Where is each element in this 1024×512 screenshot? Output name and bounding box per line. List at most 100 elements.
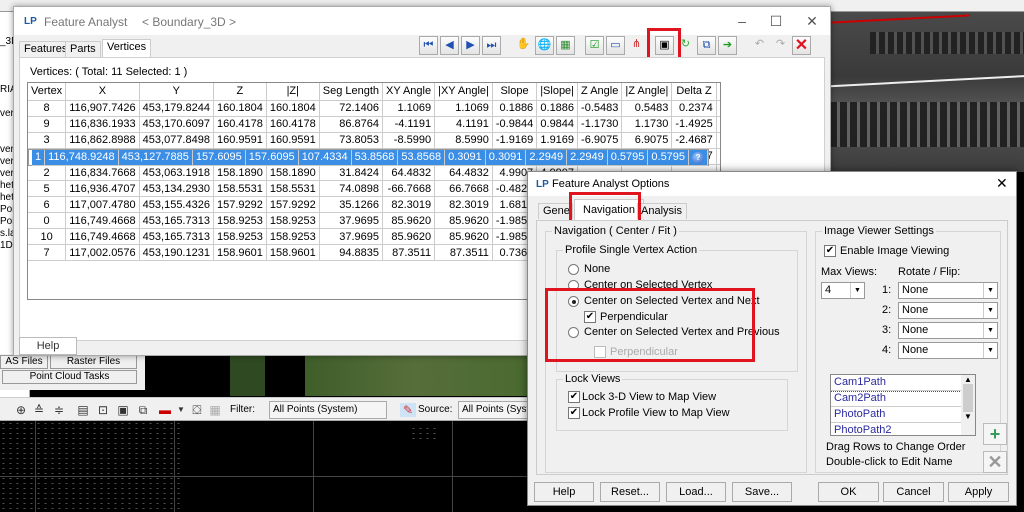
rotate-flip-select[interactable]: None ▼ <box>898 342 998 359</box>
dialog-help-button[interactable]: Help <box>534 482 594 502</box>
source-tool-icon[interactable]: ✎ <box>400 403 416 417</box>
properties-icon[interactable]: ▤ <box>76 403 90 417</box>
layer-icon[interactable]: ⛋ <box>190 403 204 417</box>
image-path-item[interactable]: Cam1Path <box>831 375 962 392</box>
map-view-orthophoto[interactable] <box>145 356 530 396</box>
frame-icon[interactable]: ⊡ <box>96 403 110 417</box>
remove-path-button[interactable]: ✕ <box>983 451 1007 473</box>
raster-files-button[interactable]: Raster Files <box>50 355 137 369</box>
table-grid-icon[interactable]: ▦ <box>556 36 575 55</box>
column-header[interactable]: |Delta Z| <box>716 83 720 101</box>
table-cell: 160.4178 <box>213 116 267 133</box>
minimize-button[interactable]: – <box>732 11 752 31</box>
last-record-icon[interactable]: ⏭ <box>482 36 501 55</box>
profile-point-cloud-view[interactable] <box>0 421 530 512</box>
scroll-down-icon[interactable]: ▼ <box>961 412 975 421</box>
level-center-icon[interactable]: ≑ <box>52 403 66 417</box>
pan-hand-icon[interactable]: ✋ <box>514 36 533 55</box>
next-record-icon[interactable]: ▶ <box>461 36 480 55</box>
load-button[interactable]: Load... <box>666 482 726 502</box>
fit-icon[interactable]: ▣ <box>116 403 130 417</box>
check-list-icon[interactable]: ☑ <box>585 36 604 55</box>
dialog-close-button[interactable]: ✕ <box>996 175 1008 192</box>
column-header[interactable]: Vertex <box>28 83 67 101</box>
zoom-icon[interactable]: ⊕ <box>14 403 28 417</box>
column-header[interactable]: |Z Angle| <box>621 83 673 101</box>
cancel-button[interactable]: Cancel <box>883 482 944 502</box>
table-row[interactable]: 8 116,907.7426 453,179.8244 160.1804 160.180… <box>28 100 720 117</box>
table-cell: 0.3091 <box>444 149 486 166</box>
rotate-flip-select[interactable]: None ▼ <box>898 302 998 319</box>
lock-profile-checkbox[interactable]: ✔ <box>568 407 580 419</box>
tab-analysis[interactable]: Analysis <box>637 203 687 219</box>
apply-button[interactable]: Apply <box>948 482 1009 502</box>
table-cell: -4.1191 <box>382 116 436 133</box>
table-cell: -0.9844 <box>492 116 538 133</box>
column-header[interactable]: Delta Z <box>671 83 717 101</box>
rotate-flip-select[interactable]: None ▼ <box>898 282 998 299</box>
las-files-button[interactable]: AS Files <box>0 355 48 369</box>
disabled-tool-icon: ▦ <box>209 403 221 417</box>
filter-select[interactable]: All Points (System) <box>269 401 387 419</box>
lock-3d-label: Lock 3-D View to Map View <box>582 391 717 403</box>
rotate-flip-label: Rotate / Flip: <box>898 266 961 278</box>
globe-icon[interactable]: 🌐 <box>535 36 554 55</box>
scroll-thumb[interactable] <box>963 384 973 412</box>
column-header[interactable]: Z <box>213 83 267 101</box>
ok-button[interactable]: OK <box>818 482 879 502</box>
table-cell: 116,748.9248 <box>44 149 119 166</box>
close-button[interactable]: ✕ <box>802 11 822 31</box>
tab-parts[interactable]: Parts <box>65 41 101 57</box>
radio-none[interactable] <box>568 264 579 275</box>
level-up-icon[interactable]: ≙ <box>32 403 46 417</box>
tab-general[interactable]: General <box>538 203 573 219</box>
table-cell: 157.6095 <box>192 149 246 166</box>
copy-icon[interactable]: ⧉ <box>136 403 150 417</box>
list-scrollbar[interactable]: ▲ ▼ <box>961 375 975 435</box>
rotate-flip-select[interactable]: None ▼ <box>898 322 998 339</box>
image-path-item[interactable]: PhotoPath2 <box>831 423 961 435</box>
column-header[interactable]: Seg Length <box>319 83 384 101</box>
profile-line-icon[interactable]: ▬ <box>158 403 172 417</box>
help-circle-icon[interactable]: ? <box>692 151 705 164</box>
image-path-item[interactable]: Cam2Path <box>831 391 961 407</box>
reset-button[interactable]: Reset... <box>600 482 660 502</box>
table-row[interactable]: 1 116,748.9248 453,127.7885 157.6095 157.609… <box>28 148 710 166</box>
source-select[interactable]: All Points (Syste <box>458 401 530 419</box>
column-header[interactable]: Y <box>139 83 214 101</box>
dropdown-arrow-icon[interactable]: ▼ <box>174 403 188 417</box>
table-cell: 1.9169 <box>536 132 579 149</box>
3d-viewer[interactable] <box>830 12 1024 172</box>
export-icon[interactable]: ➔ <box>718 36 737 55</box>
lock-3d-checkbox[interactable]: ✔ <box>568 391 580 403</box>
max-views-select[interactable]: 4 ▼ <box>821 282 865 299</box>
delete-icon[interactable]: ✕ <box>792 36 811 55</box>
vertex-tool-icon[interactable]: ⋔ <box>627 36 646 55</box>
first-record-icon[interactable]: ⏮ <box>419 36 438 55</box>
table-cell: 160.9591 <box>266 132 320 149</box>
column-header[interactable]: |Z| <box>266 83 320 101</box>
copy-icon[interactable]: ⧉ <box>697 36 716 55</box>
tab-vertices[interactable]: Vertices <box>102 39 152 58</box>
table-row[interactable]: 3 116,862.8988 453,077.8498 160.9591 160.959… <box>28 132 720 149</box>
help-button[interactable]: Help <box>19 337 77 355</box>
scroll-up-icon[interactable]: ▲ <box>961 375 975 384</box>
add-path-button[interactable]: + <box>983 423 1007 445</box>
save-button[interactable]: Save... <box>732 482 792 502</box>
maximize-button[interactable]: ☐ <box>766 11 786 31</box>
table-row[interactable]: 9 116,836.1933 453,170.6097 160.4178 160.417… <box>28 116 720 133</box>
column-header[interactable]: |Slope| <box>536 83 579 101</box>
image-path-item[interactable]: PhotoPath <box>831 407 961 423</box>
column-header[interactable]: Slope <box>492 83 538 101</box>
table-cell: 1.1069 <box>382 100 436 117</box>
point-cloud-tasks-button[interactable]: Point Cloud Tasks <box>2 370 137 384</box>
form-view-icon[interactable]: ▭ <box>606 36 625 55</box>
table-cell: 158.1890 <box>266 164 320 181</box>
column-header[interactable]: |XY Angle| <box>434 83 493 101</box>
image-path-list[interactable]: Cam1Path Cam2Path PhotoPath PhotoPath2 ▲ ▼ <box>830 374 976 436</box>
column-header[interactable]: XY Angle <box>382 83 436 101</box>
previous-record-icon[interactable]: ◀ <box>440 36 459 55</box>
column-header[interactable]: Z Angle <box>577 83 623 101</box>
enable-image-viewing-checkbox[interactable]: ✔ <box>824 245 836 257</box>
column-header[interactable]: X <box>65 83 140 101</box>
